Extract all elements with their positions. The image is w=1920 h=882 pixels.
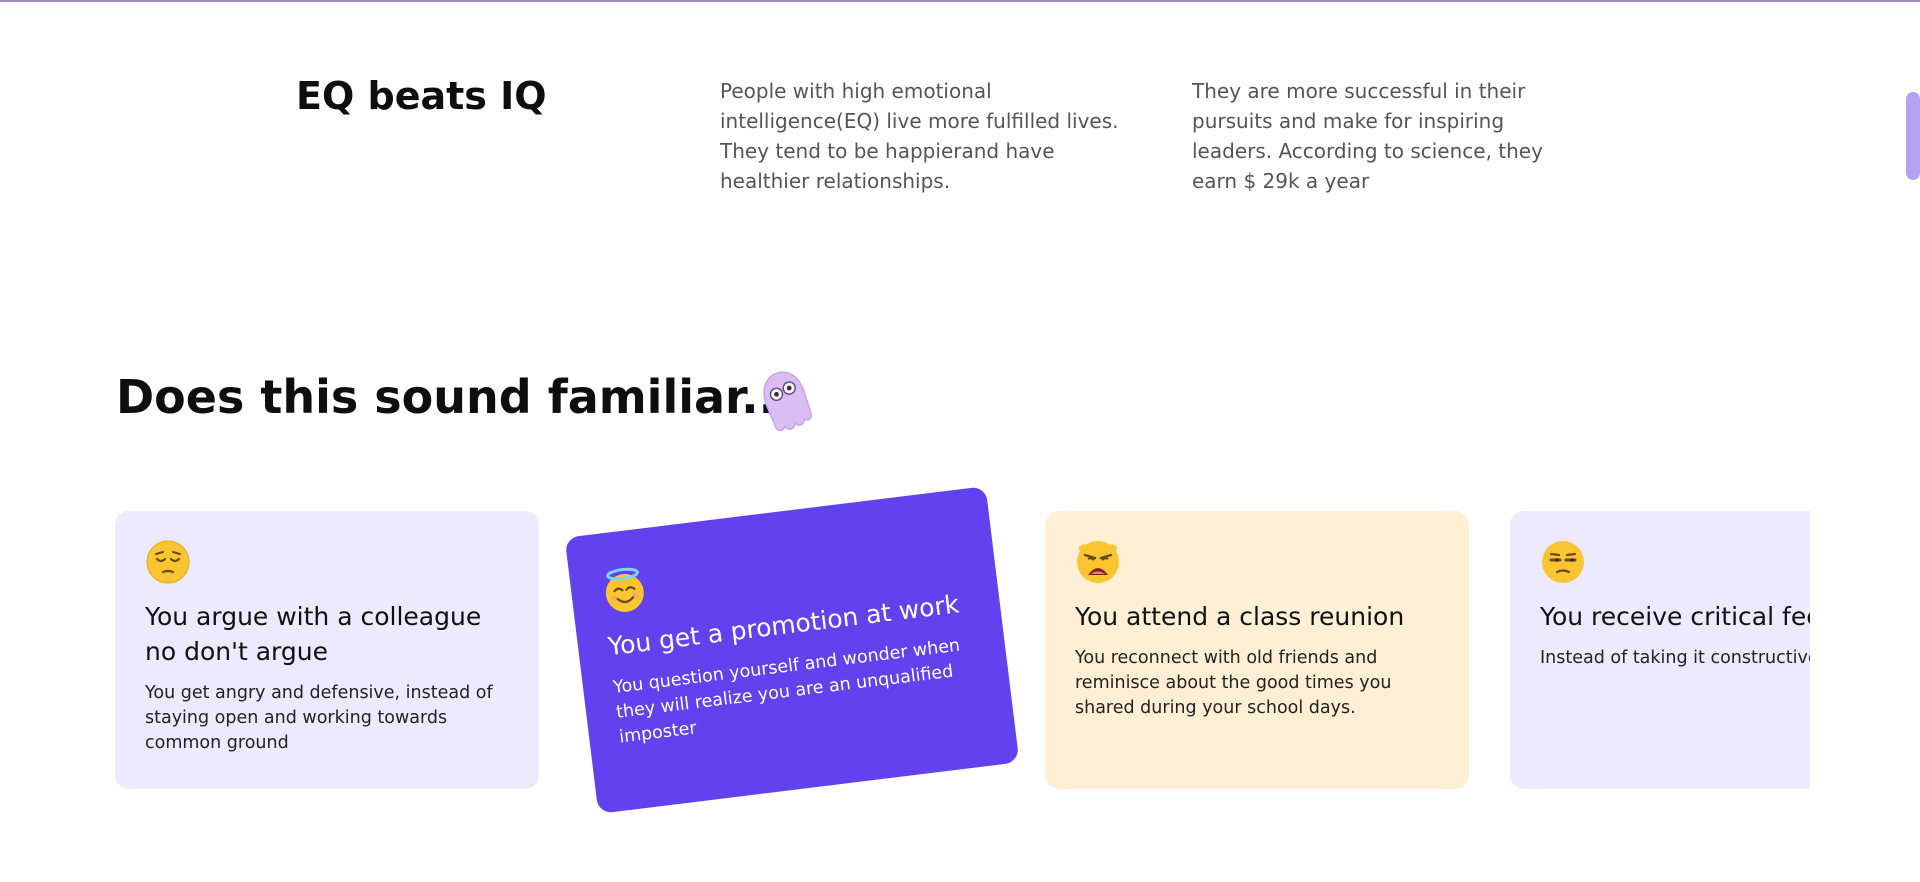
unamused-face-icon — [1542, 541, 1584, 583]
card-text: You reconnect with old friends and remin… — [1075, 648, 1392, 718]
intro-title: EQ beats IQ — [296, 74, 547, 118]
intro-text-right: They are more successful in their pursui… — [1192, 79, 1543, 193]
scrollbar-thumb[interactable] — [1906, 92, 1920, 180]
ghost-icon — [763, 371, 813, 432]
card-text: Instead of taking it constructively, you… — [1540, 648, 1810, 668]
intro-text-left: People with high emotional intelligence(… — [720, 79, 1119, 193]
scenario-card-argue[interactable]: You argue with a colleague no don't argu… — [115, 511, 539, 789]
pensive-face-icon — [146, 540, 190, 584]
halo-face-icon — [605, 567, 644, 612]
card-title: You argue with a colleague no don't argu… — [145, 602, 482, 666]
distraught-face-icon — [1077, 541, 1119, 583]
section-title: Does this sound familiar... — [116, 370, 794, 424]
scenario-card-feedback[interactable]: You receive critical feedback Instead of… — [1510, 511, 1810, 789]
card-title: You attend a class reunion — [1075, 602, 1405, 631]
card-text: You get angry and defensive, instead of … — [145, 683, 493, 753]
scenario-card-reunion[interactable]: You attend a class reunion You reconnect… — [1045, 511, 1469, 789]
scenario-card-promotion[interactable]: You get a promotion at work You question… — [564, 486, 1020, 814]
top-divider — [0, 0, 1920, 2]
card-title: You receive critical feedback — [1540, 602, 1810, 631]
cards-carousel[interactable]: You argue with a colleague no don't argu… — [0, 470, 1810, 850]
